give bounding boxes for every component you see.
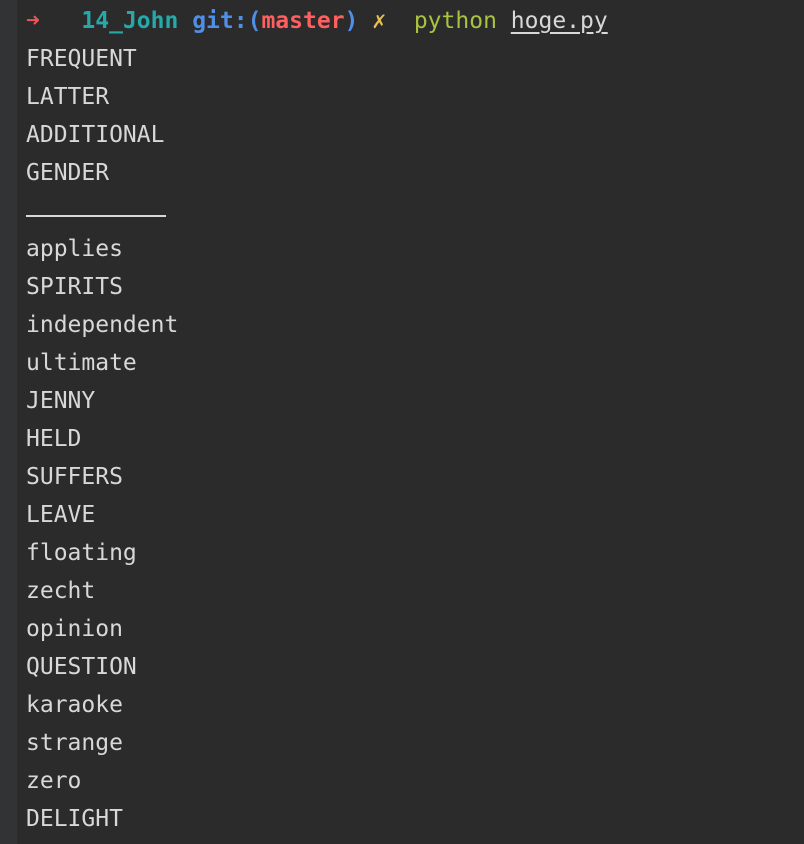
terminal-window[interactable]: ➜ 14_John git:(master) ✗ python hoge.py … [0,0,804,844]
output-line: opinion [26,616,123,642]
output-line: JENNY [26,388,96,414]
output-line: GENDER [26,160,110,186]
output-group-after: applies SPIRITS independent ultimate JEN… [26,230,804,838]
output-line: LEAVE [26,502,96,528]
output-line: applies [26,236,123,262]
output-line: karaoke [26,692,123,718]
output-group-before: FREQUENT LATTER ADDITIONAL GENDER [26,40,804,192]
prompt-git-close: ) [344,8,359,34]
prompt-git-label: git:( [192,8,262,34]
output-line: ADDITIONAL [26,122,165,148]
output-line: LATTER [26,84,110,110]
command-name: python [413,8,497,34]
prompt-directory: 14_John [81,8,179,34]
output-line: DELIGHT [26,806,123,832]
output-line: zecht [26,578,96,604]
terminal-gutter [0,0,17,844]
output-line: FREQUENT [26,46,137,72]
output-line: HELD [26,426,82,452]
prompt-arrow-icon: ➜ [26,8,40,34]
terminal-output: ➜ 14_John git:(master) ✗ python hoge.py … [26,2,804,838]
output-line: SPIRITS [26,274,123,300]
separator-rule [26,215,166,217]
output-line: independent [26,312,179,338]
output-line: QUESTION [26,654,137,680]
output-line: strange [26,730,123,756]
output-line: floating [26,540,137,566]
separator-line [26,192,804,230]
output-line: zero [26,768,82,794]
output-line: SUFFERS [26,464,123,490]
command-argument: hoge.py [510,8,608,34]
output-line: ultimate [26,350,137,376]
prompt-line: ➜ 14_John git:(master) ✗ python hoge.py [26,2,804,40]
prompt-branch: master [261,8,345,34]
dirty-mark-icon: ✗ [372,8,387,34]
